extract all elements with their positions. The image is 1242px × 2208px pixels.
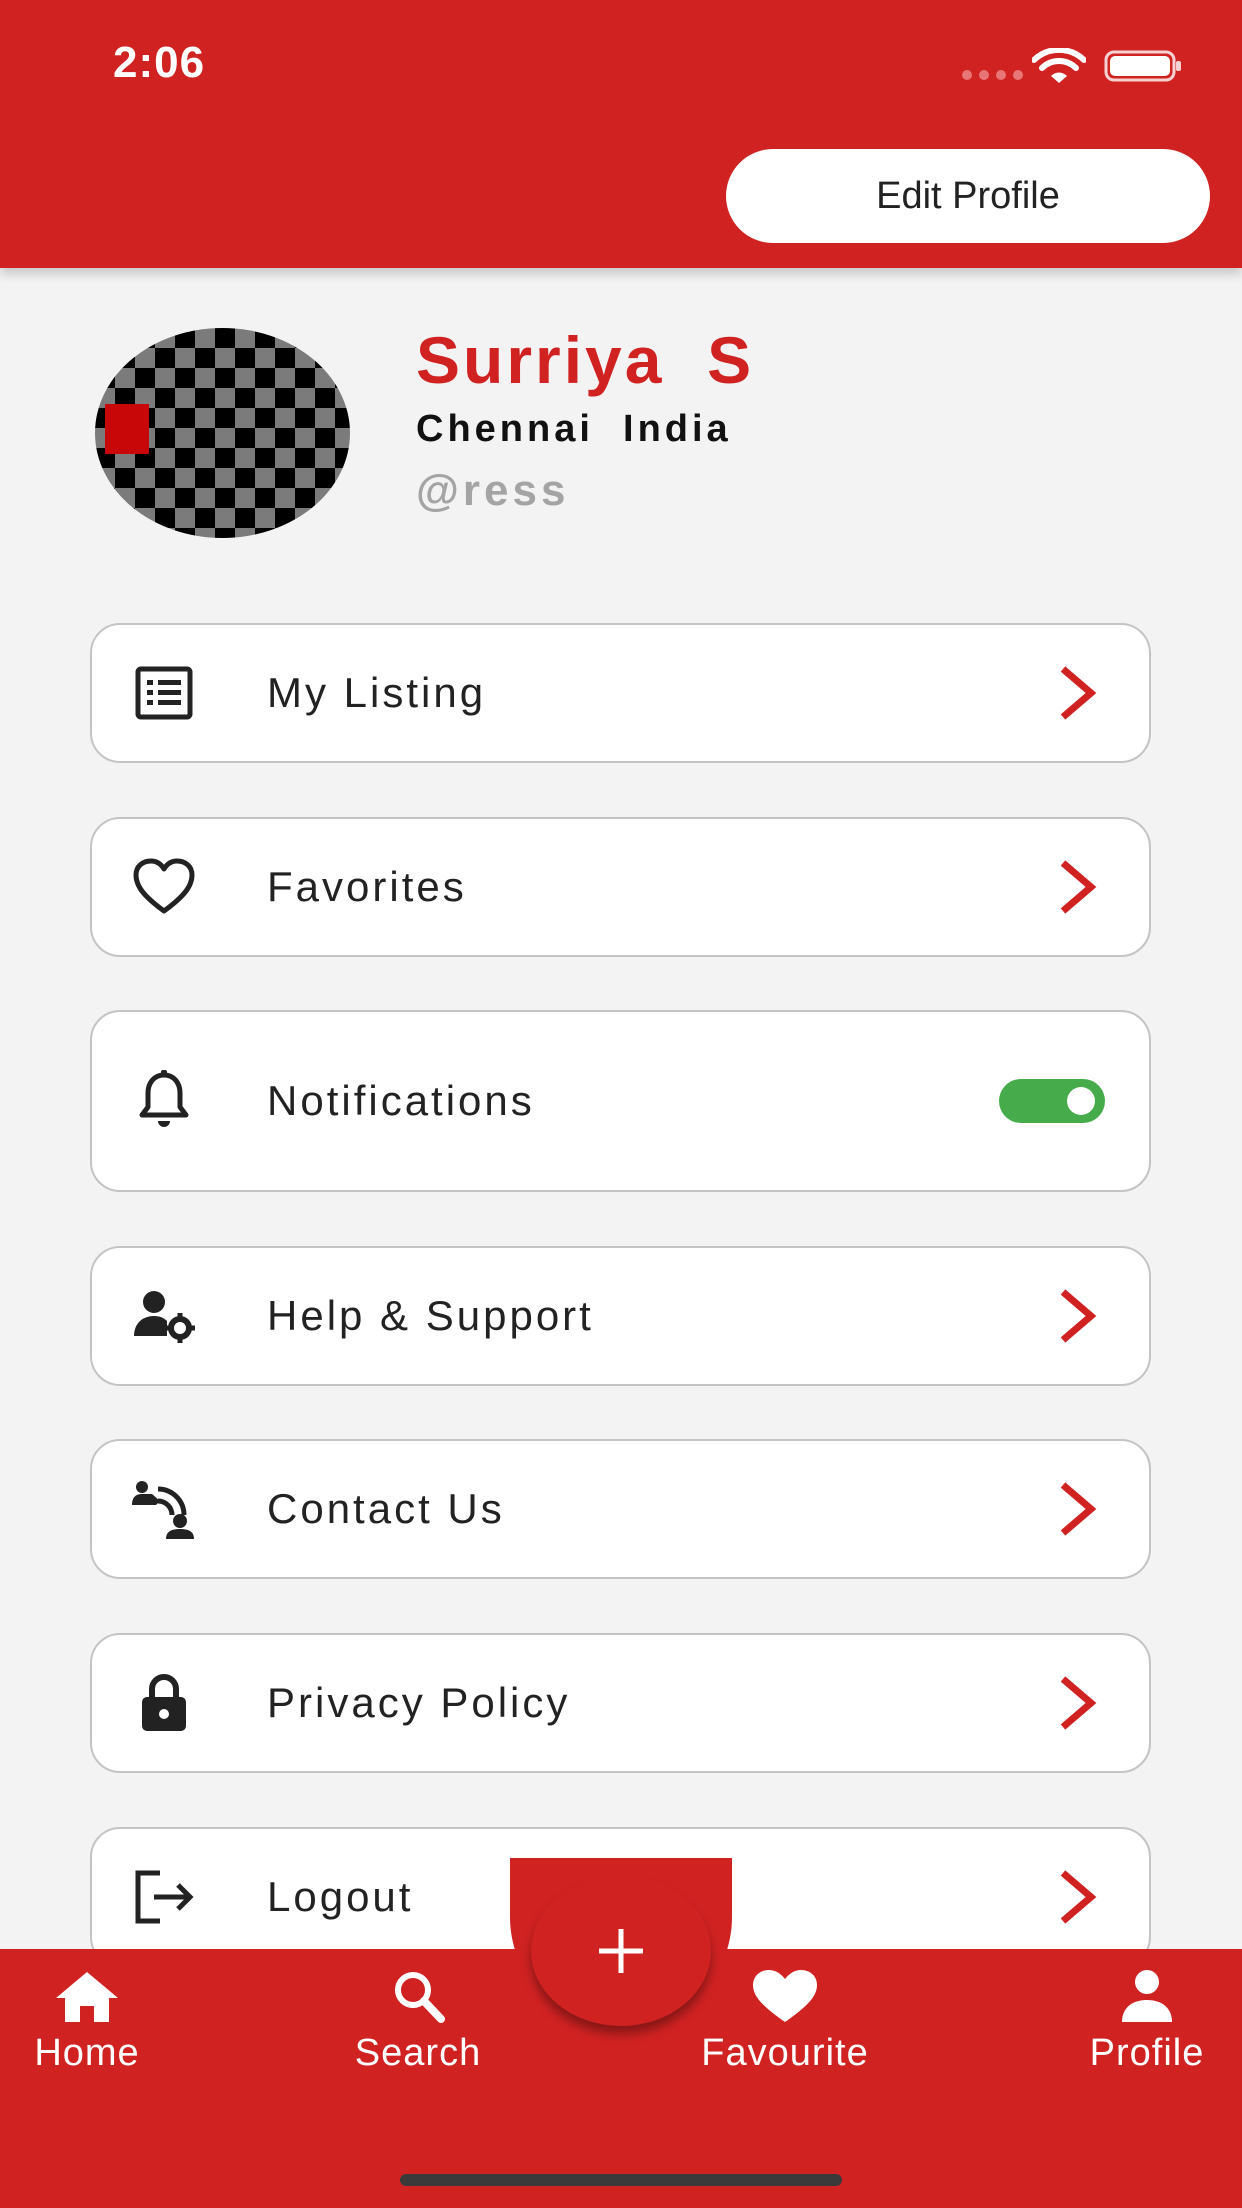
lock-icon: [142, 1674, 186, 1731]
app-header: 2:06 Edit Profile: [0, 0, 1242, 268]
nav-label: Favourite: [701, 2032, 869, 2074]
menu-label: Logout: [267, 1873, 414, 1920]
heart-icon: [753, 1970, 817, 2022]
add-button[interactable]: [531, 1876, 711, 2026]
person-icon: [1122, 1970, 1172, 2022]
wifi-icon: [1032, 48, 1086, 83]
plus-icon: [599, 1929, 643, 1973]
chevron-right-icon: [1060, 1482, 1097, 1536]
user-handle: @ress: [416, 466, 570, 515]
menu-item-contact-us[interactable]: Contact Us: [90, 1439, 1151, 1579]
user-name: Surriya S: [416, 323, 755, 397]
contact-icon: [132, 1481, 194, 1539]
menu-label: Notifications: [267, 1077, 535, 1124]
avatar[interactable]: [95, 328, 350, 538]
menu-item-favorites[interactable]: Favorites: [90, 817, 1151, 957]
nav-search[interactable]: Search: [308, 1968, 528, 2075]
battery-icon: [1104, 50, 1181, 82]
chevron-right-icon: [1060, 860, 1097, 914]
edit-profile-button[interactable]: Edit Profile: [726, 149, 1210, 243]
menu-item-notifications: Notifications: [90, 1010, 1151, 1192]
menu-label: Favorites: [267, 863, 467, 910]
home-icon: [56, 1972, 118, 2022]
search-icon: [395, 1972, 445, 2023]
notifications-toggle[interactable]: [999, 1079, 1105, 1123]
nav-home[interactable]: Home: [0, 1968, 197, 2075]
toggle-knob: [1067, 1087, 1095, 1115]
menu-label: My Listing: [267, 669, 487, 716]
nav-favourite[interactable]: Favourite: [675, 1968, 895, 2075]
heart-outline-icon: [133, 858, 195, 914]
user-location: Chennai India: [416, 408, 732, 450]
nav-profile[interactable]: Profile: [1037, 1968, 1242, 2075]
user-settings-icon: [134, 1291, 195, 1343]
nav-label: Search: [354, 2032, 482, 2074]
nav-label: Profile: [1089, 2032, 1205, 2074]
chevron-right-icon: [1060, 1289, 1097, 1343]
logout-icon: [135, 1870, 194, 1924]
chevron-right-icon: [1060, 666, 1097, 720]
chevron-right-icon: [1060, 1870, 1097, 1924]
menu-item-my-listing[interactable]: My Listing: [90, 623, 1151, 763]
chevron-right-icon: [1060, 1676, 1097, 1730]
menu-item-privacy-policy[interactable]: Privacy Policy: [90, 1633, 1151, 1773]
menu-label: Privacy Policy: [267, 1679, 571, 1726]
list-icon: [135, 666, 193, 720]
menu-item-help-support[interactable]: Help & Support: [90, 1246, 1151, 1386]
avatar-mark: [105, 404, 149, 454]
menu-label: Contact Us: [267, 1485, 505, 1532]
cellular-signal-icon: [962, 70, 1023, 80]
menu-label: Help & Support: [267, 1292, 594, 1339]
status-time: 2:06: [113, 38, 206, 87]
nav-label: Home: [34, 2032, 140, 2074]
home-indicator: [400, 2174, 842, 2186]
bell-icon: [139, 1070, 189, 1127]
